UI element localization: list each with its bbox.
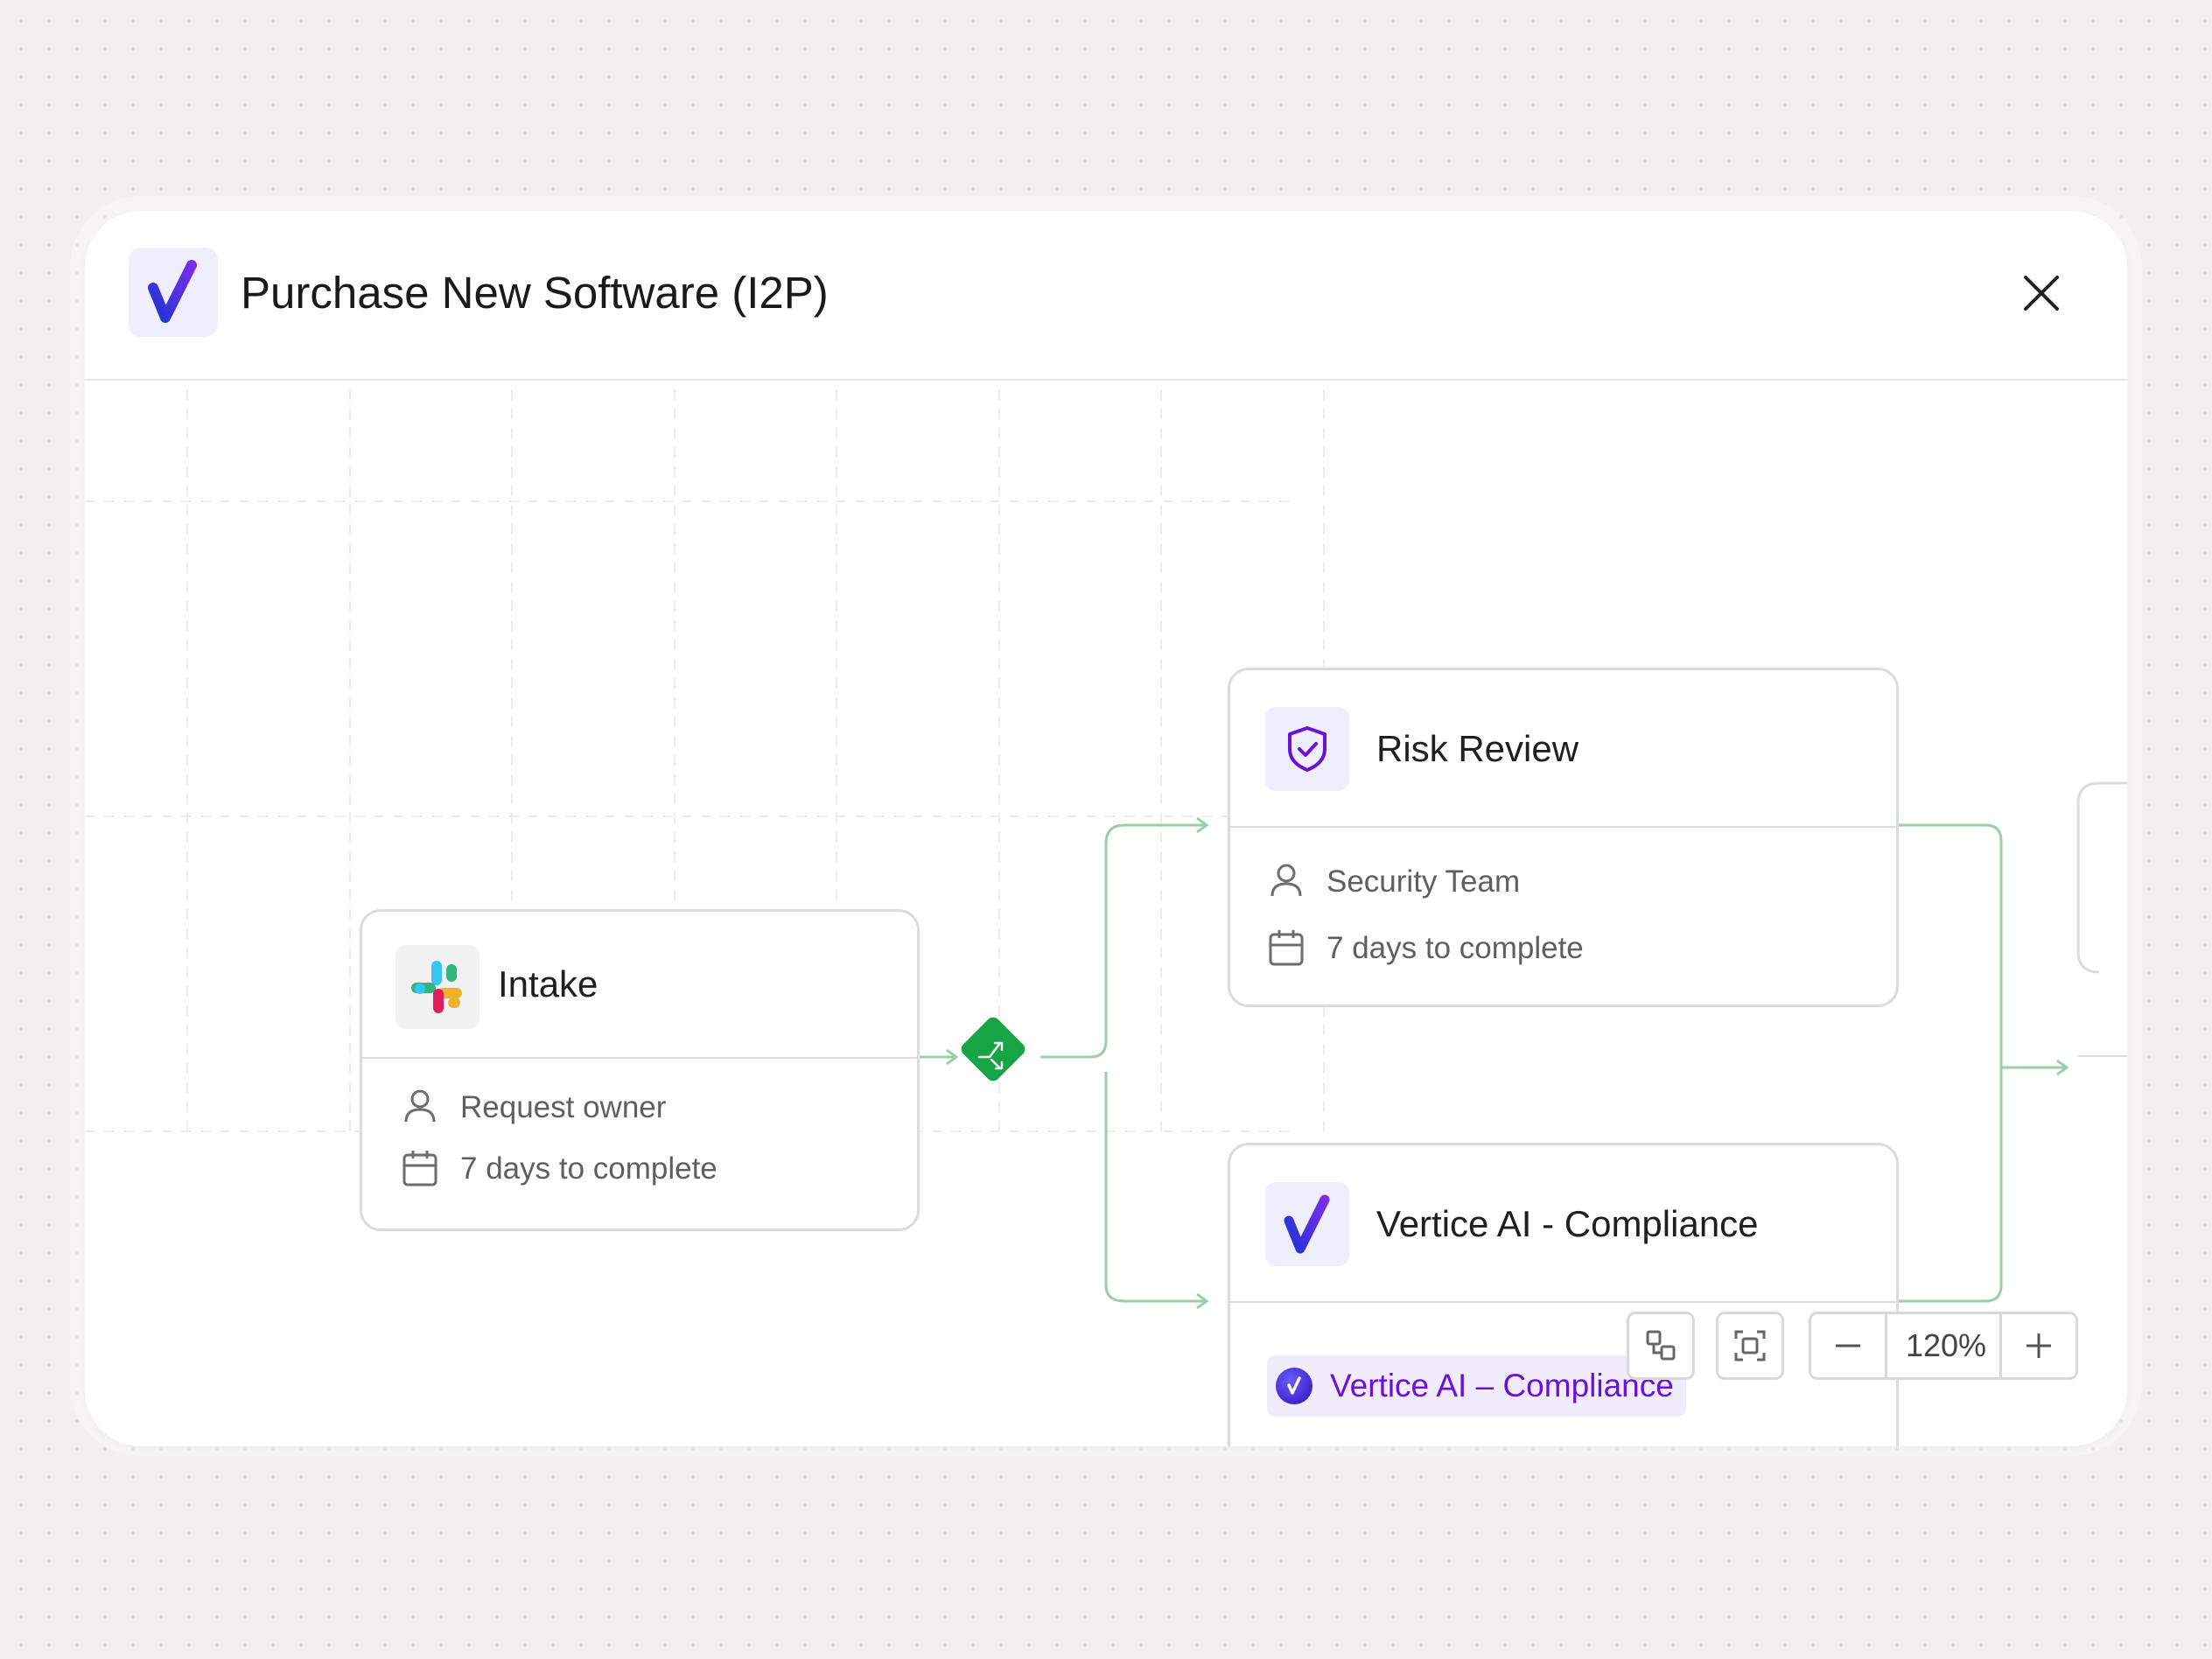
zoom-in-button[interactable] [1999, 1314, 2076, 1377]
zoom-level: 120% [1905, 1327, 1987, 1363]
shield-check-icon [1265, 707, 1349, 791]
calendar-icon [1269, 930, 1304, 966]
calendar-icon [402, 1151, 438, 1186]
user-icon [1270, 864, 1302, 897]
assignee-label: Security Team [1326, 864, 1521, 899]
assignee-label: Request owner [460, 1090, 667, 1124]
vertice-logo-icon [129, 248, 218, 337]
duration-label: 7 days to complete [460, 1152, 718, 1186]
vertice-logo-icon [1265, 1182, 1349, 1266]
workflow-title: Purchase New Software (I2P) [241, 268, 829, 318]
zoom-out-icon [1836, 1344, 1860, 1348]
workflow-canvas[interactable]: Intake Request owner 7 days to complete [85, 381, 2127, 1446]
gateway-diamond[interactable] [958, 1014, 1027, 1083]
fit-view-icon [1734, 1330, 1766, 1362]
close-icon[interactable] [2017, 269, 2066, 318]
zoom-control: 120% [1809, 1312, 2078, 1380]
zoom-out-button[interactable] [1811, 1314, 1887, 1377]
node-compliance[interactable]: Vertice AI - Compliance Vertice AI – Com… [1228, 1143, 1899, 1446]
node-title: Intake [498, 963, 598, 1004]
partial-next-node [2076, 781, 2127, 1057]
auto-layout-button[interactable] [1627, 1312, 1695, 1380]
modal-header: Purchase New Software (I2P) [85, 211, 2127, 381]
auto-layout-icon [1646, 1330, 1676, 1361]
node-risk-review[interactable]: Risk Review Security Team 7 days to comp… [1228, 668, 1899, 1007]
slack-icon [396, 945, 480, 1029]
zoom-in-icon [2026, 1334, 2051, 1358]
vertice-badge-icon [1276, 1368, 1312, 1404]
fit-view-button[interactable] [1716, 1312, 1784, 1380]
ai-tag-label: Vertice AI – Compliance [1330, 1368, 1674, 1404]
ai-agent-tag[interactable]: Vertice AI – Compliance [1267, 1355, 1686, 1417]
workflow-modal: Purchase New Software (I2P) Intake Reque… [85, 211, 2127, 1446]
node-title: Vertice AI - Compliance [1376, 1203, 1759, 1244]
node-title: Risk Review [1376, 728, 1579, 769]
user-icon [404, 1089, 436, 1123]
duration-label: 7 days to complete [1326, 931, 1584, 965]
node-intake[interactable]: Intake Request owner 7 days to complete [360, 909, 920, 1231]
